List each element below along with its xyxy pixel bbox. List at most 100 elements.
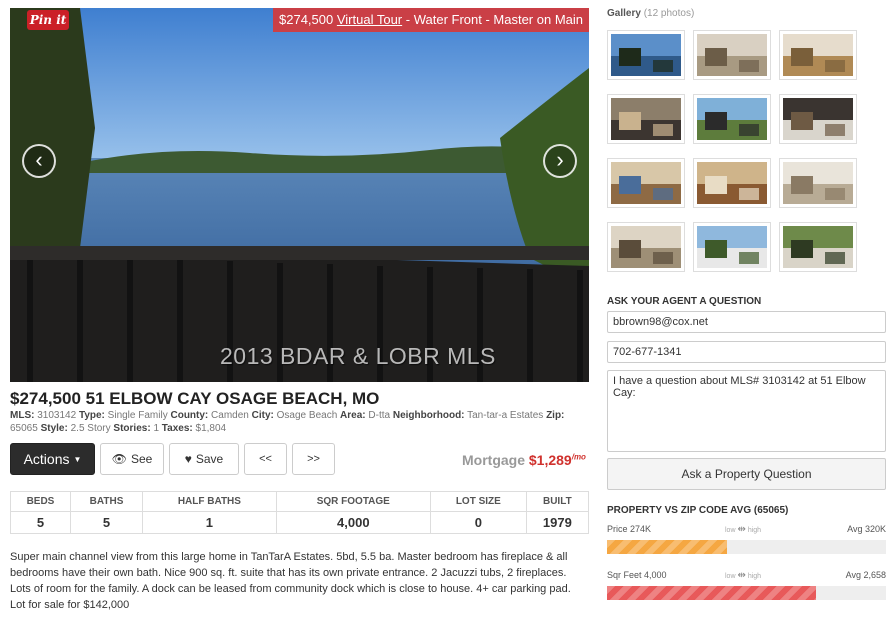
facts-header: HALF BATHS <box>142 491 277 512</box>
caret-down-icon: ▼ <box>73 454 82 464</box>
meta-value: Tan-tar-a Estates <box>467 410 544 421</box>
meta-label: Neighborhood: <box>392 410 465 421</box>
gallery-thumb-bathroom[interactable] <box>779 158 857 208</box>
facts-header: BUILT <box>525 491 590 512</box>
thumb-image <box>611 162 681 204</box>
compare-label: Sqr Feet 4,000 <box>607 570 667 580</box>
next-photo-button[interactable]: › <box>543 144 577 178</box>
listing-title: $274,500 51 ELBOW CAY OSAGE BEACH, MO <box>10 389 380 408</box>
meta-label: Type: <box>78 410 105 421</box>
thumb-image <box>611 98 681 140</box>
thumb-image <box>697 162 767 204</box>
meta-item: City: Osage Beach <box>252 410 338 421</box>
meta-value: 3103142 <box>37 410 77 421</box>
virtual-tour-link[interactable]: Virtual Tour <box>337 12 402 27</box>
meta-value: Single Family <box>107 410 168 421</box>
meta-label: MLS: <box>10 410 35 421</box>
compare-fill <box>607 586 817 600</box>
meta-item: Stories: 1 <box>113 423 159 434</box>
compare-track <box>607 586 886 600</box>
banner-price: $274,500 <box>279 12 334 27</box>
facts-value: 0 <box>429 511 527 534</box>
meta-item: Type: Single Family <box>79 410 168 421</box>
gallery-thumb-house-exterior[interactable] <box>693 222 771 272</box>
meta-item: MLS: 3103142 <box>10 410 76 421</box>
meta-label: Stories: <box>113 423 151 434</box>
meta-item: Taxes: $1,804 <box>162 423 226 434</box>
gallery-thumb-lake-view[interactable] <box>607 30 685 80</box>
high-label: high <box>747 527 762 534</box>
facts-header: LOT SIZE <box>429 491 527 512</box>
thumb-image <box>697 226 767 268</box>
meta-label: County: <box>170 410 209 421</box>
facts-value: 1 <box>142 511 277 534</box>
listing-meta: MLS: 3103142 Type: Single Family County:… <box>10 409 589 435</box>
thumb-image <box>783 98 853 140</box>
compare-avg: Avg 320K <box>847 524 886 534</box>
facts-value: 4,000 <box>275 511 431 534</box>
gallery-thumb-deck-view[interactable] <box>693 94 771 144</box>
meta-value: 2.5 Story <box>70 423 111 434</box>
mortgage-unit: /mo <box>571 452 586 462</box>
mortgage-estimate[interactable]: Mortgage $1,289/mo <box>462 452 586 468</box>
previous-listing-button[interactable]: << <box>244 443 287 475</box>
compare-avg: Avg 2,658 <box>845 570 886 580</box>
meta-value: 1 <box>153 423 159 434</box>
gallery-thumb-twin-bedroom[interactable] <box>607 158 685 208</box>
see-button[interactable]: 👁 See <box>100 443 164 475</box>
meta-value: 65065 <box>10 423 38 434</box>
facts-header: BEDS <box>10 491 71 512</box>
thumb-image <box>783 162 853 204</box>
listing-description: Super main channel view from this large … <box>10 551 571 611</box>
gallery-thumb-bedroom[interactable] <box>779 94 857 144</box>
meta-label: City: <box>251 410 274 421</box>
thumb-image <box>697 34 767 76</box>
heart-icon: ♥ <box>184 452 192 466</box>
meta-item: Neighborhood: Tan-tar-a Estates <box>393 410 543 421</box>
low-high-indicator: low ⇹ high <box>725 570 761 581</box>
gallery-thumb-dining-room[interactable] <box>779 30 857 80</box>
phone-field[interactable] <box>607 341 886 363</box>
property-facts-table: BEDS BATHS HALF BATHS SQR FOOTAGE LOT SI… <box>10 491 590 534</box>
save-label: Save <box>195 452 224 466</box>
meta-value: $1,804 <box>195 423 227 434</box>
mortgage-amount: $1,289 <box>528 452 572 468</box>
meta-label: Area: <box>340 410 366 421</box>
meta-value: D-tta <box>368 410 391 421</box>
meta-label: Style: <box>40 423 68 434</box>
message-field[interactable]: I have a question about MLS# 3103142 at … <box>607 370 886 452</box>
compare-label: Price 274K <box>607 524 652 534</box>
meta-item: County: Camden <box>170 410 248 421</box>
gallery-thumb-fireplace-room[interactable] <box>607 94 685 144</box>
meta-value: Camden <box>211 410 249 421</box>
gallery-thumb-living-room[interactable] <box>693 30 771 80</box>
facts-header: SQR FOOTAGE <box>275 491 431 512</box>
gallery-thumb-great-room[interactable] <box>607 222 685 272</box>
ask-property-question-button[interactable]: Ask a Property Question <box>607 458 886 490</box>
compare-arrows-icon: ⇹ <box>737 570 746 581</box>
meta-item: Style: 2.5 Story <box>41 423 111 434</box>
facts-value: 1979 <box>525 511 590 534</box>
next-listing-button[interactable]: >> <box>292 443 335 475</box>
price-banner: $274,500 Virtual Tour - Water Front - Ma… <box>273 8 589 32</box>
low-label: low <box>725 573 736 580</box>
email-field[interactable] <box>607 311 886 333</box>
actions-dropdown-button[interactable]: Actions ▼ <box>10 443 95 475</box>
gallery-thumb-house-front[interactable] <box>779 222 857 272</box>
thumb-image <box>611 226 681 268</box>
thumb-image <box>783 34 853 76</box>
thumb-image <box>783 226 853 268</box>
banner-features: - Water Front - Master on Main <box>405 12 583 27</box>
see-label: See <box>130 452 153 466</box>
gallery-thumb-bedroom-2[interactable] <box>693 158 771 208</box>
facts-header: BATHS <box>69 491 144 512</box>
pin-it-button[interactable]: Pin it <box>27 10 69 30</box>
hero-photo[interactable]: Pin it $274,500 Virtual Tour - Water Fro… <box>10 8 589 382</box>
low-high-indicator: low ⇹ high <box>725 524 761 535</box>
compare-row: Sqr Feet 4,000 low ⇹ high Avg 2,658 <box>607 570 886 602</box>
save-button[interactable]: ♥ Save <box>169 443 239 475</box>
agent-heading: ASK YOUR AGENT A QUESTION <box>607 296 762 307</box>
mortgage-label: Mortgage <box>462 452 525 468</box>
previous-photo-button[interactable]: ‹ <box>22 144 56 178</box>
thumb-image <box>611 34 681 76</box>
